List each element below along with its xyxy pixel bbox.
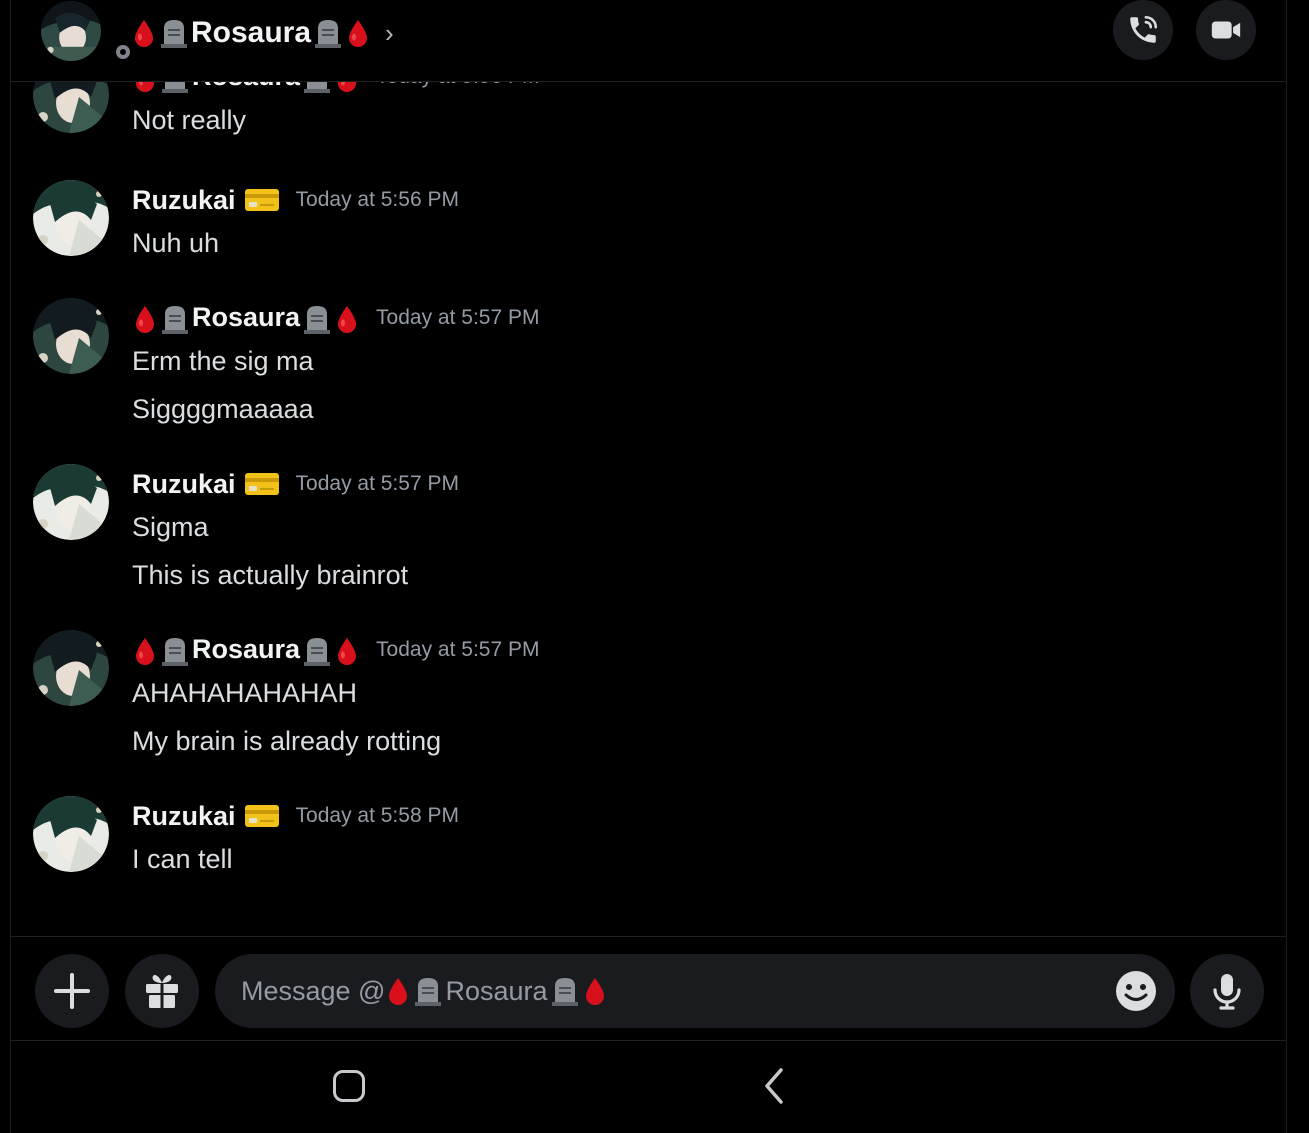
message-group[interactable]: Ruzukai Today at 5:57 PM Sigma This is actu…: [11, 464, 1286, 608]
blood-drop-icon: [585, 978, 604, 1005]
blood-drop-icon: [389, 978, 408, 1005]
voice-call-button[interactable]: [1113, 0, 1173, 60]
message-header: Rosaura Today at 5:57 PM: [132, 298, 539, 338]
message-timestamp: Today at 5:58 PM: [295, 804, 459, 827]
header-avatar[interactable]: [41, 1, 135, 64]
screen-edge: [1288, 0, 1309, 1133]
emoji-smile-icon[interactable]: [1115, 970, 1157, 1012]
channel-name: Rosaura: [191, 16, 312, 49]
author-name: Rosaura: [192, 302, 301, 333]
message-header: Ruzukai Today at 5:56 PM: [132, 180, 459, 220]
blood-drop-icon: [349, 20, 368, 47]
message-group[interactable]: Rosaura Today at 5:57 PM AHAHAHAHAHAH My br…: [11, 630, 1286, 774]
message-text[interactable]: Nuh uh: [132, 228, 219, 259]
plus-icon: [54, 973, 90, 1009]
credit-card-icon: [244, 189, 279, 211]
phone-call-icon: [1130, 15, 1158, 43]
message-text[interactable]: Siggggmaaaaa: [132, 394, 314, 425]
headstone-icon: [551, 978, 578, 1006]
author-name[interactable]: Ruzukai: [132, 185, 236, 216]
gift-icon: [146, 974, 178, 1008]
message-header: Ruzukai Today at 5:57 PM: [132, 464, 459, 504]
author-name: Rosaura: [192, 634, 301, 665]
avatar: [33, 796, 109, 872]
avatar: [41, 1, 101, 61]
message-timestamp: Today at 5:57 PM: [376, 638, 540, 661]
message-placeholder: Message @ Rosaura: [241, 976, 608, 1007]
microphone-icon: [1213, 974, 1241, 1010]
blood-drop-icon: [338, 637, 357, 665]
message-text[interactable]: Erm the sig ma: [132, 346, 314, 377]
message-timestamp: Today at 5:57 PM: [295, 472, 459, 495]
headstone-icon: [415, 978, 442, 1006]
blood-drop-icon: [338, 305, 357, 333]
headstone-icon: [161, 20, 187, 48]
avatar: [33, 298, 109, 374]
author-avatar[interactable]: [33, 298, 109, 374]
avatar: [33, 630, 109, 706]
message-header: Rosaura Today at 5:57 PM: [132, 630, 539, 670]
gift-button[interactable]: [125, 954, 199, 1028]
back-button[interactable]: [759, 1066, 789, 1106]
app-frame: Rosaura › Rosaura Today at 5:56 PM Not rea…: [10, 0, 1287, 1133]
credit-card-icon: [244, 473, 279, 495]
avatar: [33, 180, 109, 256]
blood-drop-icon: [135, 20, 153, 47]
avatar: [33, 464, 109, 540]
message-text[interactable]: This is actually brainrot: [132, 560, 408, 591]
headstone-icon: [304, 637, 331, 666]
chevron-right-icon[interactable]: ›: [385, 18, 394, 49]
message-timestamp: Today at 5:57 PM: [376, 306, 540, 329]
message-group[interactable]: Rosaura Today at 5:57 PM Erm the sig ma Sig…: [11, 298, 1286, 442]
headstone-icon: [162, 637, 188, 666]
headstone-icon: [162, 305, 188, 334]
message-list[interactable]: Rosaura Today at 5:56 PM Not really Ruzukai…: [11, 60, 1286, 936]
blood-drop-icon: [136, 637, 154, 665]
message-text[interactable]: My brain is already rotting: [132, 726, 441, 757]
channel-title[interactable]: Rosaura ›: [131, 8, 394, 58]
author-name-decorated[interactable]: Rosaura: [132, 302, 360, 334]
message-header: Ruzukai Today at 5:58 PM: [132, 796, 459, 836]
headstone-icon: [304, 305, 331, 334]
message-group[interactable]: Ruzukai Today at 5:56 PM Nuh uh: [11, 180, 1286, 276]
author-name[interactable]: Ruzukai: [132, 801, 236, 832]
home-button[interactable]: [333, 1070, 365, 1102]
author-name-decorated[interactable]: Rosaura: [132, 634, 360, 666]
headstone-icon: [315, 20, 342, 48]
author-avatar[interactable]: [33, 630, 109, 706]
add-attachment-button[interactable]: [35, 954, 109, 1028]
dm-header: Rosaura ›: [11, 0, 1286, 82]
message-group[interactable]: Ruzukai Today at 5:58 PM I can tell: [11, 796, 1286, 892]
video-camera-icon: [1211, 21, 1241, 39]
message-text[interactable]: I can tell: [132, 844, 233, 875]
message-text[interactable]: AHAHAHAHAHAH: [132, 678, 357, 709]
placeholder-name: Rosaura: [445, 975, 548, 1006]
message-text[interactable]: Sigma: [132, 512, 209, 543]
message-text[interactable]: Not really: [132, 105, 246, 136]
voice-message-button[interactable]: [1190, 954, 1264, 1028]
system-nav-bar: [11, 1042, 1286, 1133]
author-avatar[interactable]: [33, 180, 109, 256]
placeholder-prefix: Message @: [241, 975, 386, 1006]
message-composer: Message @ Rosaura: [11, 936, 1286, 1041]
video-call-button[interactable]: [1196, 0, 1256, 60]
blood-drop-icon: [136, 305, 154, 333]
author-avatar[interactable]: [33, 796, 109, 872]
credit-card-icon: [244, 805, 279, 827]
message-timestamp: Today at 5:56 PM: [295, 188, 459, 211]
message-input[interactable]: Message @ Rosaura: [215, 954, 1175, 1028]
author-name[interactable]: Ruzukai: [132, 469, 236, 500]
author-avatar[interactable]: [33, 464, 109, 540]
